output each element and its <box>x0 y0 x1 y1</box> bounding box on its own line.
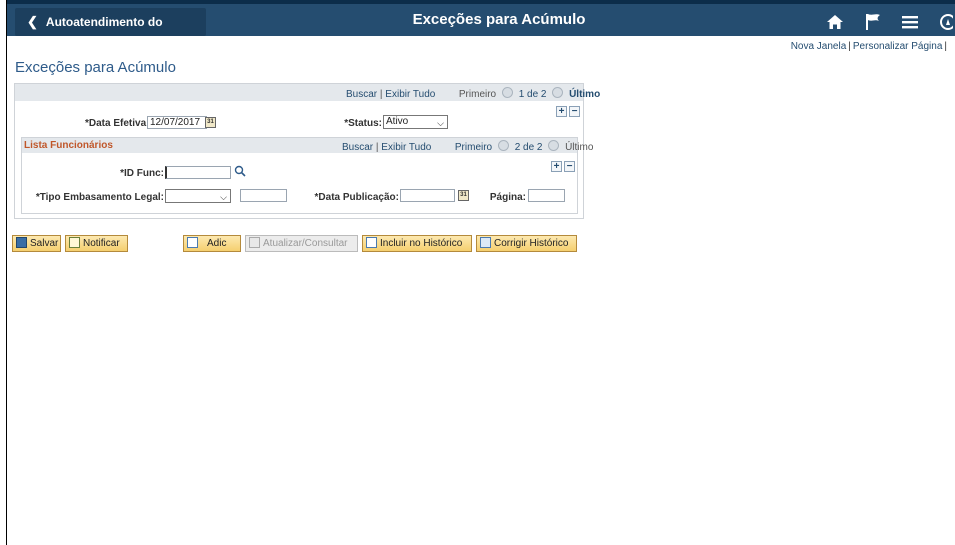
publication-date-label: *Data Publicação: <box>314 192 399 203</box>
link-separator: | <box>944 41 947 52</box>
add-button[interactable]: Adic <box>183 235 241 252</box>
include-history-icon <box>366 237 377 248</box>
row-actions: + − <box>556 106 580 117</box>
save-icon <box>16 237 27 248</box>
employee-list-header: Lista Funcionários Buscar | Exibir Tudo … <box>22 138 593 153</box>
view-all-link[interactable]: Exibir Tudo <box>381 142 431 153</box>
include-history-label: Incluir no Histórico <box>380 238 463 249</box>
find-link[interactable]: Buscar <box>342 142 373 153</box>
effective-date-label: *Data Efetiva: <box>85 118 150 129</box>
save-label: Salvar <box>30 238 59 249</box>
top-links: Nova Janela | Personalizar Página | <box>791 41 949 52</box>
previous-icon[interactable] <box>501 87 513 98</box>
add-row-icon[interactable]: + <box>551 161 562 172</box>
page-label: Página: <box>489 192 526 203</box>
home-icon[interactable] <box>826 14 844 30</box>
legal-basis-select[interactable]: ⌵ <box>165 189 231 203</box>
employee-id-label: *ID Func: <box>120 168 164 179</box>
main-panel-navigation: Buscar | Exibir Tudo Primeiro 1 de 2 Últ… <box>346 87 601 100</box>
status-label: *Status: <box>344 118 382 129</box>
effective-date-field[interactable]: 12/07/2017 <box>147 116 207 129</box>
last-link[interactable]: Último <box>565 142 593 153</box>
back-label: Autoatendimento do Gerente <box>27 15 163 57</box>
notify-button[interactable]: Notificar <box>65 235 128 252</box>
row-actions: + − <box>551 161 575 172</box>
delete-row-icon[interactable]: − <box>569 106 580 117</box>
calendar-icon[interactable]: 31 <box>458 190 469 201</box>
header-actions <box>826 8 953 36</box>
update-display-icon <box>249 237 260 248</box>
new-window-link[interactable]: Nova Janela <box>791 41 847 52</box>
window-border <box>6 0 7 545</box>
update-display-button[interactable]: Atualizar/Consultar <box>245 235 358 252</box>
employee-list-title: Lista Funcionários <box>24 140 113 151</box>
personalize-page-link[interactable]: Personalizar Página <box>853 41 943 52</box>
employee-list-navigation: Buscar | Exibir Tudo Primeiro 2 de 2 Últ… <box>342 140 594 153</box>
add-label: Adic <box>207 238 227 249</box>
employee-list-section: Lista Funcionários Buscar | Exibir Tudo … <box>21 137 593 214</box>
navbar-icon[interactable] <box>939 13 953 31</box>
add-row-icon[interactable]: + <box>556 106 567 117</box>
delete-row-icon[interactable]: − <box>564 161 575 172</box>
correct-history-icon <box>480 237 491 248</box>
correct-history-label: Corrigir Histórico <box>494 238 569 249</box>
correct-history-button[interactable]: Corrigir Histórico <box>476 235 577 252</box>
chevron-down-icon: ⌵ <box>220 192 227 202</box>
main-panel: Buscar | Exibir Tudo Primeiro 1 de 2 Últ… <box>14 83 600 219</box>
calendar-icon[interactable]: 31 <box>205 117 216 128</box>
header-title: Exceções para Acúmulo <box>412 11 586 28</box>
page-field[interactable] <box>528 189 565 202</box>
find-link[interactable]: Buscar <box>346 89 377 100</box>
first-link[interactable]: Primeiro <box>455 142 492 153</box>
legal-basis-label: *Tipo Embasamento Legal: <box>35 192 164 203</box>
legal-basis-description-field[interactable] <box>240 189 287 202</box>
flag-icon[interactable] <box>865 13 881 31</box>
next-icon[interactable] <box>552 87 564 98</box>
next-icon[interactable] <box>548 140 560 151</box>
search-icon[interactable] <box>234 165 246 180</box>
save-button[interactable]: Salvar <box>12 235 61 252</box>
pager-text: 2 de 2 <box>514 142 543 153</box>
chevron-left-icon: ❮ <box>27 14 38 29</box>
link-separator: | <box>848 41 851 52</box>
pager-text: 1 de 2 <box>518 89 547 100</box>
status-value: Ativo <box>386 116 409 127</box>
main-panel-header: Buscar | Exibir Tudo Primeiro 1 de 2 Últ… <box>15 84 600 101</box>
last-link[interactable]: Último <box>569 89 600 100</box>
employee-id-field[interactable] <box>165 166 231 179</box>
chevron-down-icon: ⌵ <box>437 118 444 128</box>
publication-date-field[interactable] <box>400 189 455 202</box>
previous-icon[interactable] <box>497 140 509 151</box>
back-button[interactable]: ❮ Autoatendimento do Gerente <box>15 8 206 57</box>
update-display-label: Atualizar/Consultar <box>263 238 348 249</box>
page-title: Exceções para Acúmulo <box>15 59 176 76</box>
menu-icon[interactable] <box>902 15 918 29</box>
add-icon <box>187 237 198 248</box>
first-link[interactable]: Primeiro <box>459 89 496 100</box>
include-history-button[interactable]: Incluir no Histórico <box>362 235 472 252</box>
notify-label: Notificar <box>83 238 120 249</box>
header-bar: ❮ Autoatendimento do Gerente Exceções par… <box>7 0 955 57</box>
notify-icon <box>69 237 80 248</box>
view-all-link[interactable]: Exibir Tudo <box>385 89 435 100</box>
status-select[interactable]: Ativo ⌵ <box>383 115 448 129</box>
